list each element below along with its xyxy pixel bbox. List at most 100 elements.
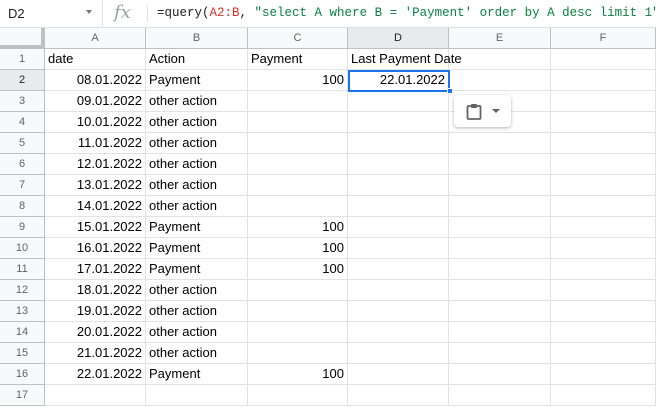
cell-c17[interactable] xyxy=(248,385,348,406)
cell-b10[interactable]: Payment xyxy=(146,238,248,259)
row-header-6[interactable]: 6 xyxy=(0,154,45,175)
row-header-9[interactable]: 9 xyxy=(0,217,45,238)
cell-d5[interactable] xyxy=(348,133,449,154)
row-header-16[interactable]: 16 xyxy=(0,364,45,385)
cell-a3[interactable]: 09.01.2022 xyxy=(45,91,146,112)
cell-a13[interactable]: 19.01.2022 xyxy=(45,301,146,322)
row-header-15[interactable]: 15 xyxy=(0,343,45,364)
cell-f8[interactable] xyxy=(551,196,656,217)
cell-b17[interactable] xyxy=(146,385,248,406)
cell-a15[interactable]: 21.01.2022 xyxy=(45,343,146,364)
cell-e11[interactable] xyxy=(449,259,551,280)
cell-d16[interactable] xyxy=(348,364,449,385)
cell-f5[interactable] xyxy=(551,133,656,154)
cell-f1[interactable] xyxy=(551,49,656,70)
cell-f13[interactable] xyxy=(551,301,656,322)
cell-b4[interactable]: other action xyxy=(146,112,248,133)
cell-f17[interactable] xyxy=(551,385,656,406)
cell-b8[interactable]: other action xyxy=(146,196,248,217)
column-header-a[interactable]: A xyxy=(45,28,146,49)
cell-a14[interactable]: 20.01.2022 xyxy=(45,322,146,343)
cell-c11[interactable]: 100 xyxy=(248,259,348,280)
row-header-3[interactable]: 3 xyxy=(0,91,45,112)
cell-e9[interactable] xyxy=(449,217,551,238)
cell-d1[interactable]: Last Payment Date xyxy=(348,49,462,70)
cell-b6[interactable]: other action xyxy=(146,154,248,175)
dropdown-arrow-icon[interactable] xyxy=(492,109,500,113)
name-box[interactable]: D2 xyxy=(0,0,103,27)
cell-e15[interactable] xyxy=(449,343,551,364)
cell-a12[interactable]: 18.01.2022 xyxy=(45,280,146,301)
cell-f6[interactable] xyxy=(551,154,656,175)
cell-c10[interactable]: 100 xyxy=(248,238,348,259)
row-header-2[interactable]: 2 xyxy=(0,70,45,91)
cell-c3[interactable] xyxy=(248,91,348,112)
cell-c2[interactable]: 100 xyxy=(248,70,348,91)
cell-a16[interactable]: 22.01.2022 xyxy=(45,364,146,385)
cell-b15[interactable]: other action xyxy=(146,343,248,364)
cell-b16[interactable]: Payment xyxy=(146,364,248,385)
cell-a5[interactable]: 11.01.2022 xyxy=(45,133,146,154)
cell-b3[interactable]: other action xyxy=(146,91,248,112)
column-header-e[interactable]: E xyxy=(449,28,551,49)
cell-d8[interactable] xyxy=(348,196,449,217)
cell-c13[interactable] xyxy=(248,301,348,322)
cell-a6[interactable]: 12.01.2022 xyxy=(45,154,146,175)
cell-a7[interactable]: 13.01.2022 xyxy=(45,175,146,196)
cell-f12[interactable] xyxy=(551,280,656,301)
cell-c5[interactable] xyxy=(248,133,348,154)
cell-b1[interactable]: Action xyxy=(146,49,248,70)
cell-e8[interactable] xyxy=(449,196,551,217)
row-header-10[interactable]: 10 xyxy=(0,238,45,259)
cell-f2[interactable] xyxy=(551,70,656,91)
cell-d4[interactable] xyxy=(348,112,449,133)
cell-e5[interactable] xyxy=(449,133,551,154)
cell-c16[interactable]: 100 xyxy=(248,364,348,385)
row-header-12[interactable]: 12 xyxy=(0,280,45,301)
cell-b12[interactable]: other action xyxy=(146,280,248,301)
cell-d10[interactable] xyxy=(348,238,449,259)
cell-c4[interactable] xyxy=(248,112,348,133)
column-header-c[interactable]: C xyxy=(248,28,348,49)
cell-d6[interactable] xyxy=(348,154,449,175)
cell-d9[interactable] xyxy=(348,217,449,238)
formula-input[interactable]: =query(A2:B, "select A where B = 'Paymen… xyxy=(157,6,656,20)
cell-d7[interactable] xyxy=(348,175,449,196)
row-header-5[interactable]: 5 xyxy=(0,133,45,154)
cell-f14[interactable] xyxy=(551,322,656,343)
cell-a1[interactable]: date xyxy=(45,49,146,70)
cell-a9[interactable]: 15.01.2022 xyxy=(45,217,146,238)
cell-c9[interactable]: 100 xyxy=(248,217,348,238)
cell-e16[interactable] xyxy=(449,364,551,385)
cell-a2[interactable]: 08.01.2022 xyxy=(45,70,146,91)
cell-b5[interactable]: other action xyxy=(146,133,248,154)
name-box-dropdown-icon[interactable] xyxy=(86,10,92,14)
cell-e17[interactable] xyxy=(449,385,551,406)
cell-f7[interactable] xyxy=(551,175,656,196)
row-header-14[interactable]: 14 xyxy=(0,322,45,343)
cell-a8[interactable]: 14.01.2022 xyxy=(45,196,146,217)
cell-d14[interactable] xyxy=(348,322,449,343)
cell-e6[interactable] xyxy=(449,154,551,175)
column-header-f[interactable]: F xyxy=(551,28,656,49)
cell-c12[interactable] xyxy=(248,280,348,301)
cell-f11[interactable] xyxy=(551,259,656,280)
column-header-d[interactable]: D xyxy=(348,28,449,49)
cell-a11[interactable]: 17.01.2022 xyxy=(45,259,146,280)
cell-f4[interactable] xyxy=(551,112,656,133)
cell-e13[interactable] xyxy=(449,301,551,322)
cell-c15[interactable] xyxy=(248,343,348,364)
cell-f16[interactable] xyxy=(551,364,656,385)
cell-c14[interactable] xyxy=(248,322,348,343)
cell-f15[interactable] xyxy=(551,343,656,364)
cell-e12[interactable] xyxy=(449,280,551,301)
cell-d2[interactable]: 22.01.2022 xyxy=(348,70,449,91)
cell-f9[interactable] xyxy=(551,217,656,238)
row-header-4[interactable]: 4 xyxy=(0,112,45,133)
cell-a17[interactable] xyxy=(45,385,146,406)
cell-e1[interactable] xyxy=(449,49,551,70)
cell-f3[interactable] xyxy=(551,91,656,112)
cell-f10[interactable] xyxy=(551,238,656,259)
cell-c1[interactable]: Payment xyxy=(248,49,348,70)
cell-c7[interactable] xyxy=(248,175,348,196)
